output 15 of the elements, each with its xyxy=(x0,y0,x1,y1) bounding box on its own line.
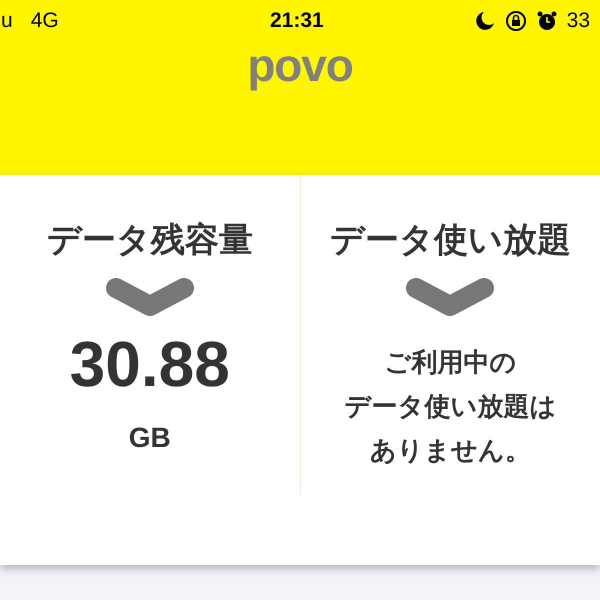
battery-percent: 33 xyxy=(566,8,590,34)
panel-title: データ使い放題 xyxy=(330,220,571,261)
carrier-label: u xyxy=(1,8,13,34)
alarm-clock-icon xyxy=(536,11,557,31)
chevron-down-icon xyxy=(404,276,496,318)
clock: 21:31 xyxy=(270,8,324,34)
network-label: 4G xyxy=(30,8,59,34)
data-amount: 30.88 xyxy=(70,332,230,396)
panel-title: データ残容量 xyxy=(46,220,253,261)
povo-logo: povo xyxy=(247,42,353,88)
rotation-lock-icon xyxy=(504,10,527,32)
status-message: ご利用中の データ使い放題は ありません。 xyxy=(344,346,556,466)
data-unit: GB xyxy=(128,424,171,452)
moon-icon xyxy=(474,11,495,31)
chevron-down-icon xyxy=(104,276,196,318)
